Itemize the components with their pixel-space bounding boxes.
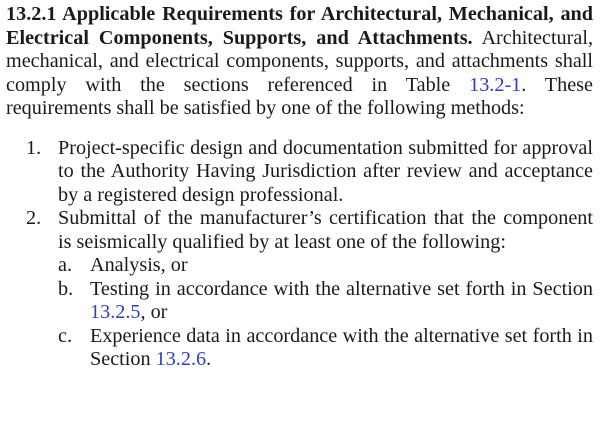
document-page: 13.2.1 Applicable Requirements for Archi… — [0, 0, 600, 427]
subitem-b: b. Testing in accordance with the altern… — [58, 278, 593, 325]
sublist-marker: a. — [58, 254, 73, 276]
subitem-text-end: , or — [140, 301, 168, 323]
subitem-c: c. Experience data in accordance with th… — [58, 325, 593, 372]
sublist-marker: c. — [58, 324, 73, 347]
methods-list: 1. Project-specific design and documenta… — [6, 137, 593, 372]
subitem-text: Testing in accordance with the alternati… — [90, 277, 593, 300]
subitem-a: a. Analysis, or — [58, 254, 593, 278]
subitem-text-end: . — [206, 348, 212, 370]
section-paragraph: 13.2.1 Applicable Requirements for Archi… — [6, 3, 593, 121]
sublist-marker: b. — [58, 277, 74, 300]
section-reference-link[interactable]: 13.2.6 — [156, 348, 206, 370]
list-marker: 2. — [26, 207, 42, 229]
qualification-sublist: a. Analysis, or b. Testing in accordance… — [58, 254, 593, 372]
table-reference-link[interactable]: 13.2-1 — [469, 74, 521, 96]
list-marker: 1. — [26, 136, 42, 159]
method-text: Submittal of the manufacturer’s certific… — [58, 207, 593, 253]
section-reference-link[interactable]: 13.2.5 — [90, 301, 140, 323]
method-item-1: 1. Project-specific design and documenta… — [6, 137, 593, 208]
method-text: Project-specific design and documentatio… — [58, 136, 593, 206]
method-item-2: 2. Submittal of the manufacturer’s certi… — [6, 207, 593, 372]
subitem-text: Analysis, or — [90, 254, 188, 276]
